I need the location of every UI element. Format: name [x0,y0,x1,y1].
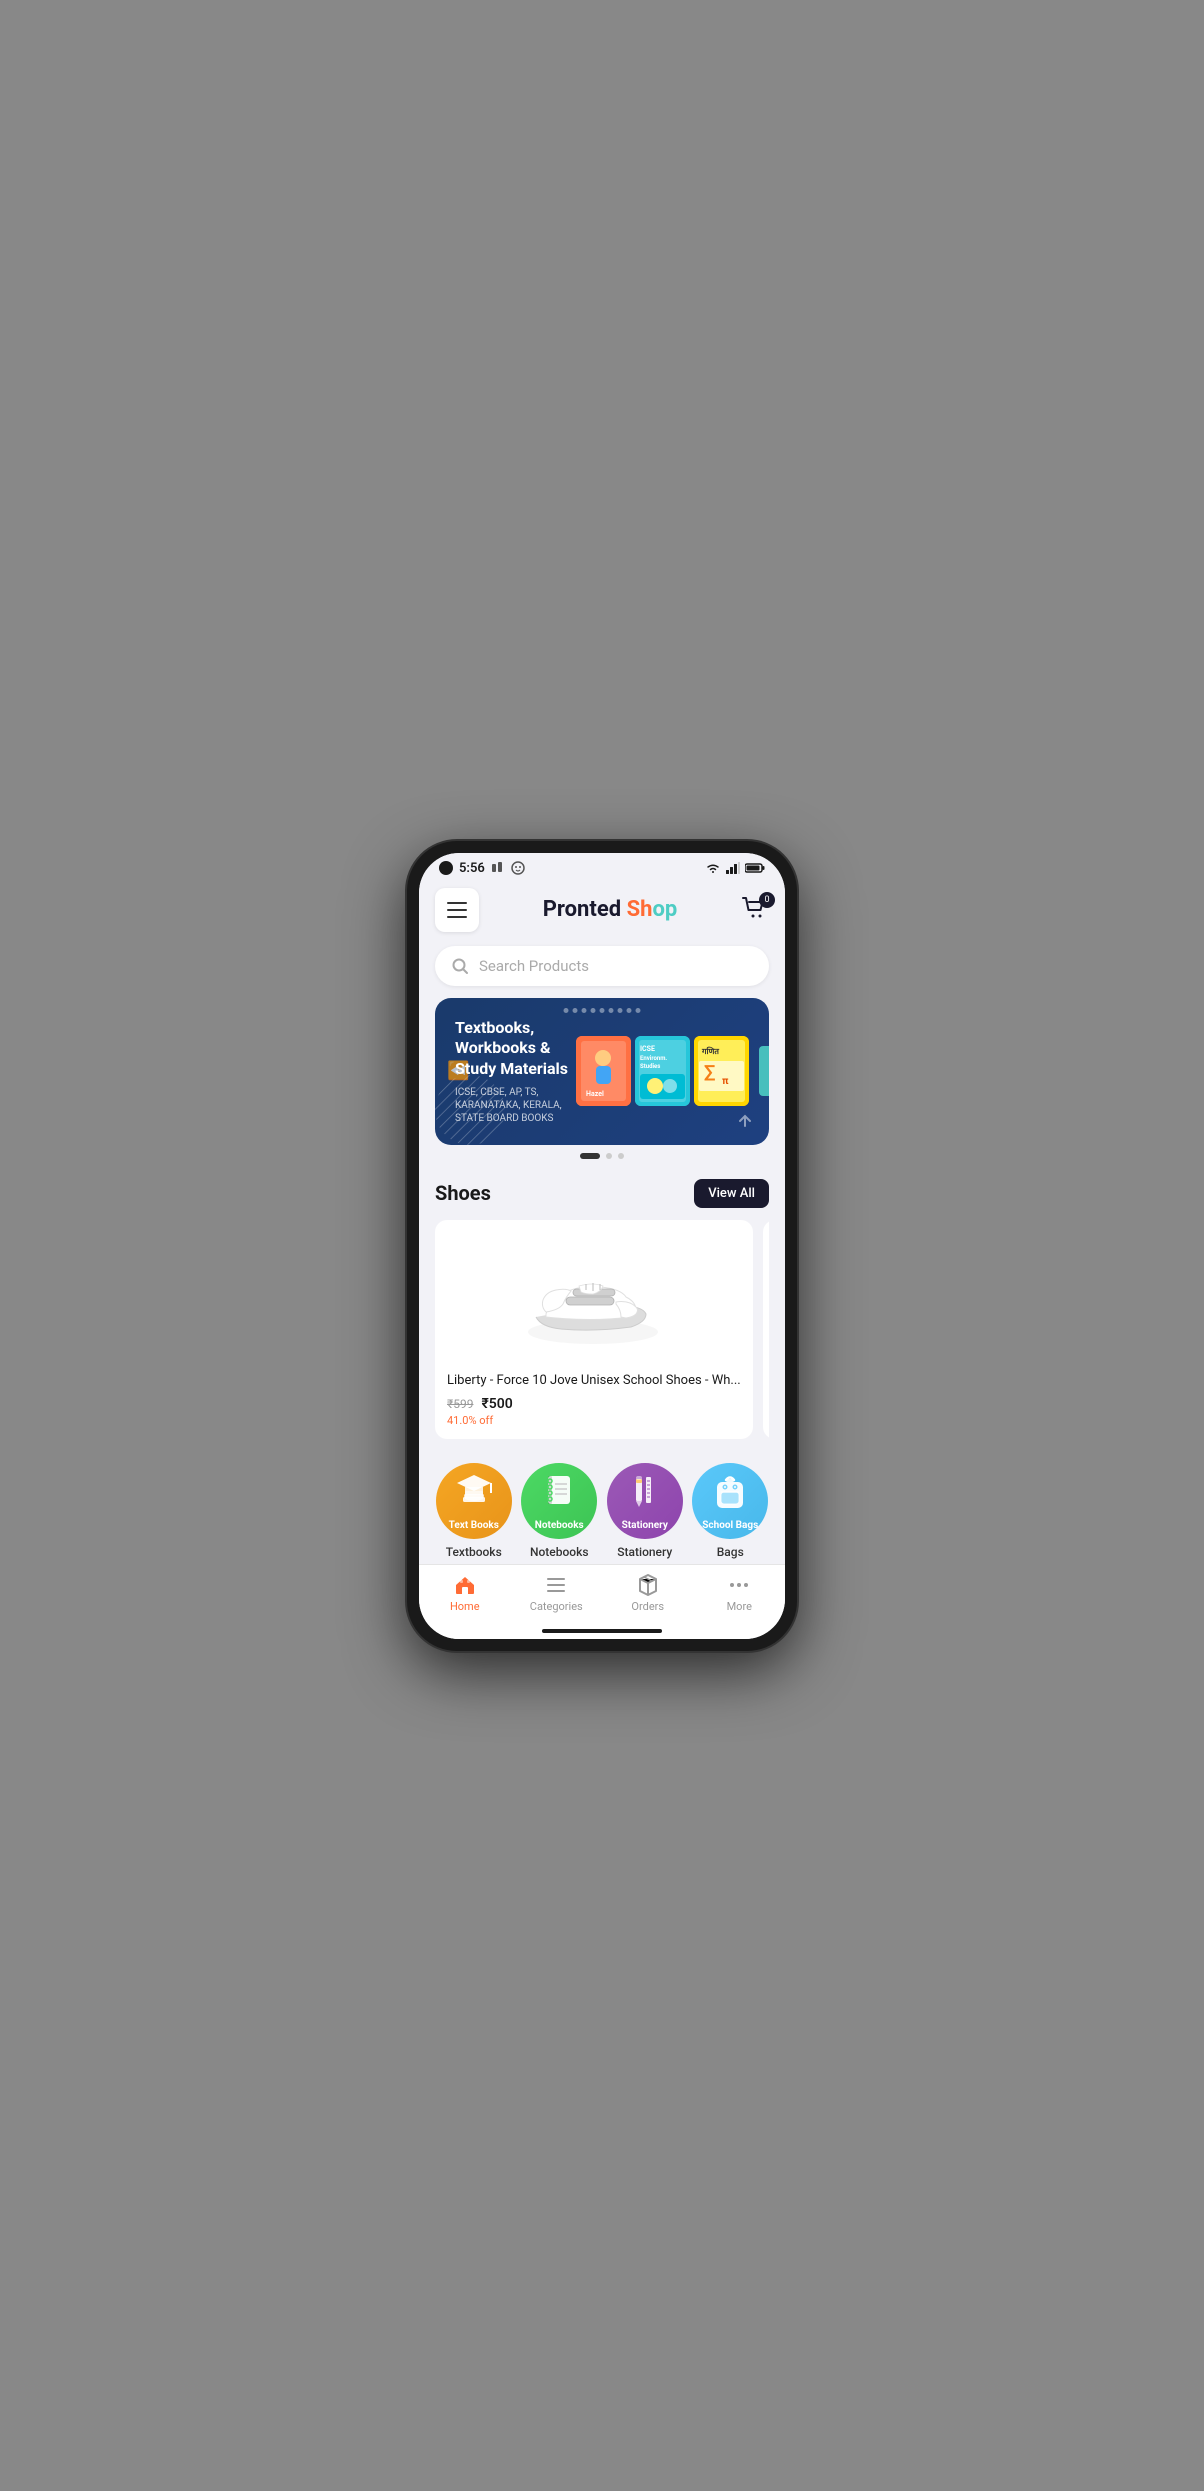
price-current-1: ₹500 [481,1396,512,1412]
banner-next[interactable] [759,1046,769,1096]
menu-line-3 [447,916,467,918]
stationery-icon [626,1471,664,1513]
indicator-2 [618,1153,624,1159]
cat-name-bags: Bags [717,1545,744,1559]
up-arrow-icon [735,1111,755,1135]
home-indicator-bar [419,1625,785,1639]
menu-button[interactable] [435,888,479,932]
notebooks-icon [540,1471,578,1513]
home-indicator [542,1629,662,1633]
cat-icon-stationery: Stationery [626,1471,664,1531]
banner-subtitle: ICSE, CBSE, AP, TS, KARANATAKA, KERALA, … [455,1086,576,1125]
product-card-1[interactable]: Liberty - Force 10 Jove Unisex School Sh… [435,1220,753,1439]
cat-icon-notebooks: Notebooks [540,1471,578,1531]
shoes-section: Shoes View All [419,1171,785,1447]
status-time: 5:56 [459,861,485,876]
book-img-2: ICSE Environm. Studies [635,1036,690,1106]
banner-images: Hazel ICSE Environm. Studies [576,1036,749,1106]
banner[interactable]: ⏪ Textbooks, Workbooks & Study Materials… [435,998,769,1145]
banner-dots [564,1008,641,1013]
status-bar: 5:56 [419,853,785,880]
book-img-1: Hazel [576,1036,631,1106]
logo-pronted: Pronted [543,897,621,922]
nav-label-more: More [727,1600,752,1613]
categories-section: Text Books Textbooks [419,1447,785,1563]
product-img-1 [447,1232,741,1362]
svg-text:Studies: Studies [640,1063,660,1070]
svg-text:गणित: गणित [701,1046,719,1056]
menu-line-2 [447,909,467,911]
sim-icon [491,862,505,874]
nav-label-home: Home [450,1600,480,1613]
book-img-3: गणित ∑ π [694,1036,749,1106]
cat-circle-textbooks: Text Books [436,1463,512,1539]
categories-icon [544,1573,568,1597]
bottom-nav: Home Categories Or [419,1564,785,1625]
svg-text:Hazel: Hazel [586,1090,604,1098]
shoes-section-header: Shoes View All [435,1179,769,1208]
banner-container: ⏪ Textbooks, Workbooks & Study Materials… [435,998,769,1159]
nav-item-more[interactable]: More [694,1573,786,1613]
app-logo: Pronted Shop [543,897,678,922]
chevron-right-icon [768,1063,769,1079]
nav-item-orders[interactable]: Orders [602,1573,694,1613]
indicator-1 [606,1153,612,1159]
cat-name-textbooks: Textbooks [446,1545,502,1559]
cat-icon-textbooks: Text Books [455,1471,493,1531]
wifi-icon [705,862,721,874]
search-bar[interactable]: Search Products [435,946,769,986]
product-name-1: Liberty - Force 10 Jove Unisex School Sh… [447,1372,741,1390]
home-icon [453,1573,477,1597]
shoes-section-title: Shoes [435,1181,491,1205]
logo-shop: Shop [627,897,678,922]
svg-text:ICSE: ICSE [640,1045,655,1053]
cat-name-stationery: Stationery [617,1545,672,1559]
category-stationery[interactable]: Stationery Stationery [607,1463,683,1559]
battery-icon [745,862,765,874]
orders-icon [636,1573,660,1597]
bags-icon [711,1470,749,1514]
cart-button[interactable]: 0 [741,896,769,924]
more-icon [727,1573,751,1597]
cat-name-notebooks: Notebooks [530,1545,589,1559]
main-scroll: Pronted Shop 0 [419,880,785,1564]
cat-circle-stationery: Stationery [607,1463,683,1539]
cat-circle-bags: School Bags [692,1463,768,1539]
banner-title: Textbooks, Workbooks & Study Materials [455,1018,576,1080]
banner-text: Textbooks, Workbooks & Study Materials I… [455,1018,576,1125]
nav-item-home[interactable]: Home [419,1573,511,1613]
camera-icon [439,861,453,875]
product-card-2[interactable]: Liberty - Force 10 Jove Unisex School Sh… [763,1220,769,1439]
status-icons [705,862,765,874]
discount-1: 41.0% off [447,1414,741,1427]
svg-text:π: π [722,1076,729,1087]
menu-line-1 [447,902,467,904]
indicator-active [580,1153,600,1159]
header: Pronted Shop 0 [419,880,785,942]
category-textbooks[interactable]: Text Books Textbooks [436,1463,512,1559]
cat-circle-notebooks: Notebooks [521,1463,597,1539]
search-icon [451,957,469,975]
search-placeholder: Search Products [479,957,589,975]
svg-text:∑: ∑ [704,1062,715,1083]
category-bags[interactable]: School Bags Bags [692,1463,768,1559]
textbooks-icon [455,1471,493,1513]
nav-item-categories[interactable]: Categories [511,1573,603,1613]
shoes-view-all-button[interactable]: View All [694,1179,769,1208]
nav-label-categories: Categories [530,1600,583,1613]
face-icon [511,861,525,875]
cat-icon-bags: School Bags [711,1470,749,1532]
banner-indicators [435,1153,769,1159]
svg-text:Environm.: Environm. [640,1055,667,1062]
shoes-products-scroll: Liberty - Force 10 Jove Unisex School Sh… [435,1220,769,1447]
nav-label-orders: Orders [631,1600,664,1613]
price-original-1: ₹599 [447,1397,473,1411]
cart-badge: 0 [759,892,775,908]
shoe-white-img [521,1242,666,1352]
price-row-1: ₹599 ₹500 [447,1396,741,1412]
signal-icon [726,862,740,874]
category-notebooks[interactable]: Notebooks Notebooks [521,1463,597,1559]
